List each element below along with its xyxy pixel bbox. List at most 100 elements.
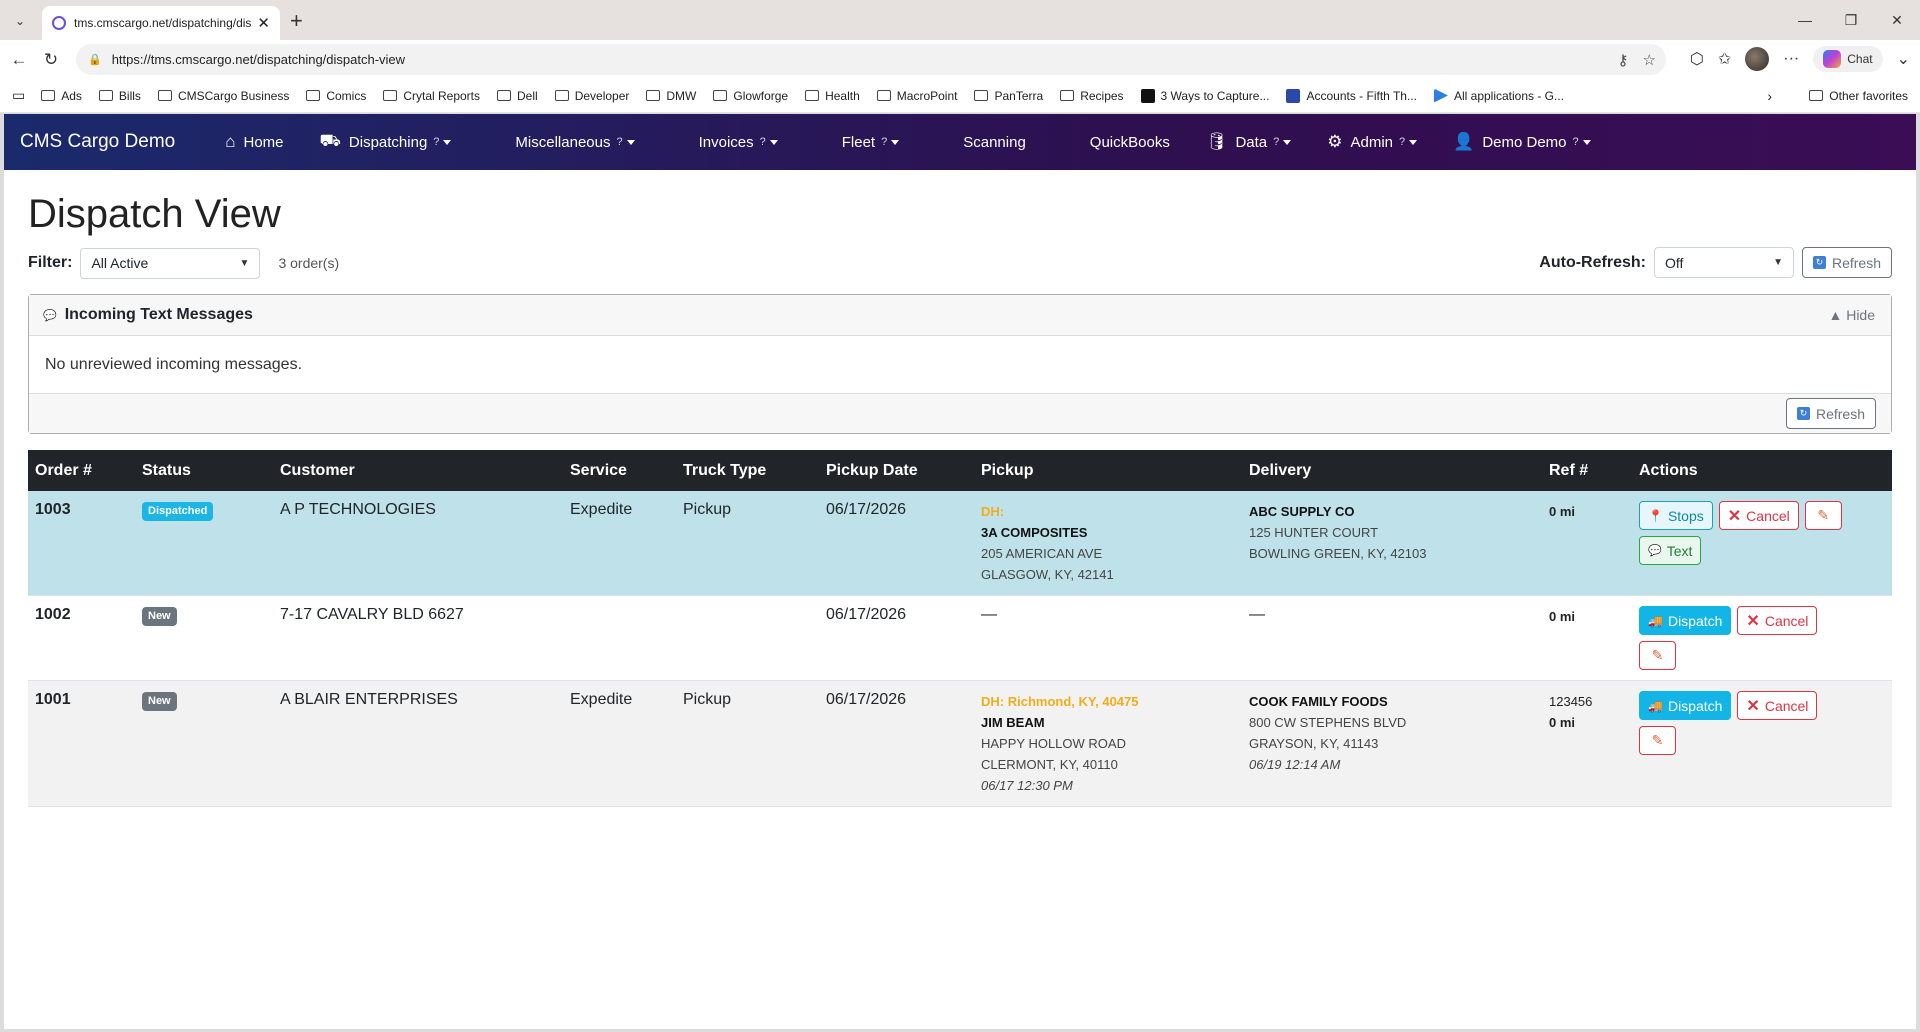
url-field[interactable]: 🔒 https://tms.cmscargo.net/dispatching/d… bbox=[76, 44, 1666, 75]
truck-type bbox=[676, 595, 819, 681]
truck-type: Pickup bbox=[676, 491, 819, 596]
filter-select[interactable]: All Active ▼ bbox=[80, 247, 261, 279]
auto-refresh-select[interactable]: Off ▼ bbox=[1653, 247, 1794, 278]
password-key-icon[interactable]: ⚷ bbox=[1618, 51, 1629, 69]
favorite-folder[interactable]: Comics bbox=[306, 89, 366, 103]
favorite-folder[interactable]: Glowforge bbox=[713, 89, 788, 103]
new-tab-plus-icon[interactable]: + bbox=[290, 8, 303, 34]
tab-list-chevron-icon[interactable]: ⌄ bbox=[6, 8, 34, 34]
text-button[interactable]: 💬 Text bbox=[1639, 536, 1702, 565]
pickup-empty: — bbox=[974, 595, 1242, 681]
favorite-folder[interactable]: DMW bbox=[646, 89, 696, 103]
favorite-link[interactable]: 3 Ways to Capture... bbox=[1140, 88, 1269, 103]
folder-icon bbox=[974, 90, 989, 101]
favorite-folder[interactable]: Dell bbox=[497, 89, 538, 103]
favorite-folder[interactable]: CMSCargo Business bbox=[157, 89, 289, 103]
pickup-line2: GLASGOW, KY, 42141 bbox=[981, 567, 1114, 582]
edit-button[interactable]: ✎ bbox=[1639, 641, 1676, 670]
favorite-folder[interactable]: Recipes bbox=[1060, 89, 1124, 103]
cancel-button[interactable]: ✕ Cancel bbox=[1737, 606, 1818, 635]
col-order[interactable]: Order # bbox=[28, 450, 135, 491]
favorite-folder[interactable]: Developer bbox=[554, 89, 629, 103]
favorite-link[interactable]: All applications - G... bbox=[1433, 88, 1564, 103]
auto-refresh-label: Auto-Refresh: bbox=[1539, 253, 1646, 271]
favorite-star-icon[interactable]: ☆ bbox=[1643, 51, 1656, 69]
cancel-button[interactable]: ✕ Cancel bbox=[1718, 501, 1799, 530]
truck-icon: 🚚 bbox=[1648, 698, 1663, 713]
favorite-link[interactable]: Accounts - Fifth Th... bbox=[1286, 88, 1417, 103]
brand-link[interactable]: CMS Cargo Demo bbox=[20, 131, 175, 153]
address-bar-row: ← ↻ 🔒 https://tms.cmscargo.net/dispatchi… bbox=[0, 40, 1920, 79]
chat-button[interactable]: Chat bbox=[1813, 46, 1883, 72]
browser-tab[interactable]: tms.cmscargo.net/dispatching/disp ✕ bbox=[42, 6, 280, 40]
delivery-empty: — bbox=[1242, 595, 1542, 681]
col-status[interactable]: Status bbox=[135, 450, 273, 491]
nav-admin[interactable]: ⚙ Admin? bbox=[1327, 132, 1418, 152]
close-icon: ✕ bbox=[1727, 507, 1742, 525]
site-info-icon[interactable]: 🔒 bbox=[88, 53, 102, 66]
edit-button[interactable]: ✎ bbox=[1804, 501, 1842, 530]
service: Expedite bbox=[563, 680, 676, 807]
nav-user[interactable]: 👤 Demo Demo? bbox=[1453, 132, 1591, 152]
favorites-list-icon[interactable]: ✩ bbox=[1718, 49, 1731, 69]
close-icon: ✕ bbox=[1746, 612, 1760, 630]
pickup-name: JIM BEAM bbox=[981, 715, 1045, 730]
col-service[interactable]: Service bbox=[563, 450, 676, 491]
nav-data[interactable]: 🛢 Data? bbox=[1206, 132, 1292, 152]
folder-icon bbox=[383, 90, 398, 101]
dispatch-button[interactable]: 🚚 Dispatch bbox=[1639, 691, 1732, 720]
nav-miscellaneous[interactable]: Miscellaneous? bbox=[515, 134, 635, 151]
help-marker: ? bbox=[616, 136, 623, 148]
ref-cell: 0 mi bbox=[1542, 491, 1632, 596]
delivery-address: ABC SUPPLY CO 125 HUNTER COURT BOWLING G… bbox=[1242, 491, 1542, 596]
nav-invoices[interactable]: Invoices? bbox=[699, 134, 778, 151]
tab-close-icon[interactable]: ✕ bbox=[257, 14, 270, 32]
window-close-icon[interactable]: ✕ bbox=[1874, 0, 1920, 40]
collections-icon[interactable]: ▭ bbox=[12, 87, 25, 104]
folder-icon bbox=[876, 90, 891, 101]
messages-refresh-button[interactable]: ↻ Refresh bbox=[1785, 398, 1876, 429]
profile-avatar[interactable] bbox=[1745, 47, 1770, 71]
col-ref[interactable]: Ref # bbox=[1542, 450, 1632, 491]
more-menu-icon[interactable]: ··· bbox=[1783, 50, 1799, 68]
page-title: Dispatch View bbox=[28, 192, 281, 236]
table-row[interactable]: 1001 New A BLAIR ENTERPRISES Expedite Pi… bbox=[28, 680, 1892, 807]
reload-icon[interactable]: ↻ bbox=[38, 47, 64, 73]
hide-messages-button[interactable]: ▲ Hide bbox=[1828, 307, 1875, 323]
favorite-folder[interactable]: PanTerra bbox=[974, 89, 1043, 103]
pencil-icon: ✎ bbox=[1651, 732, 1664, 748]
favorite-folder[interactable]: MacroPoint bbox=[876, 89, 957, 103]
messages-card-footer: ↻ Refresh bbox=[29, 393, 1891, 433]
nav-quickbooks[interactable]: QuickBooks bbox=[1090, 134, 1170, 151]
favorite-folder[interactable]: Health bbox=[805, 89, 860, 103]
other-favorites[interactable]: Other favorites bbox=[1809, 89, 1908, 103]
minimize-icon[interactable]: — bbox=[1782, 0, 1828, 40]
cancel-button[interactable]: ✕ Cancel bbox=[1737, 691, 1818, 720]
messages-card-header: 💬 Incoming Text Messages ▲ Hide bbox=[29, 295, 1891, 336]
table-row[interactable]: 1002 New 7-17 CAVALRY BLD 6627 06/17/202… bbox=[28, 595, 1892, 681]
col-pickup-date[interactable]: Pickup Date bbox=[819, 450, 974, 491]
nav-scanning[interactable]: Scanning bbox=[963, 134, 1026, 151]
table-row[interactable]: 1003 Dispatched A P TECHNOLOGIES Expedit… bbox=[28, 491, 1892, 596]
edit-button[interactable]: ✎ bbox=[1639, 726, 1676, 755]
favorite-folder[interactable]: Ads bbox=[41, 89, 82, 103]
refresh-icon: ↻ bbox=[1796, 407, 1810, 420]
col-truck-type[interactable]: Truck Type bbox=[676, 450, 819, 491]
favorite-folder[interactable]: Crytal Reports bbox=[383, 89, 480, 103]
col-pickup[interactable]: Pickup bbox=[974, 450, 1242, 491]
extensions-icon[interactable]: ⬡ bbox=[1690, 49, 1704, 69]
restore-icon[interactable]: ❐ bbox=[1828, 0, 1874, 40]
col-customer[interactable]: Customer bbox=[273, 450, 563, 491]
nav-fleet[interactable]: Fleet? bbox=[842, 134, 900, 151]
nav-home[interactable]: ⌂ Home bbox=[225, 132, 283, 152]
col-delivery[interactable]: Delivery bbox=[1242, 450, 1542, 491]
chevron-right-icon[interactable]: › bbox=[1767, 88, 1772, 104]
dispatch-button[interactable]: 🚚 Dispatch bbox=[1639, 606, 1732, 635]
stops-button[interactable]: 📍 Stops bbox=[1639, 501, 1713, 530]
back-arrow-icon[interactable]: ← bbox=[6, 47, 32, 73]
chevron-down-icon[interactable]: ⌄ bbox=[1897, 49, 1910, 69]
folder-icon bbox=[554, 90, 569, 101]
nav-dispatching[interactable]: ⛟ Dispatching? bbox=[320, 131, 452, 153]
favorite-folder[interactable]: Bills bbox=[98, 89, 141, 103]
refresh-button[interactable]: ↻ Refresh bbox=[1801, 247, 1892, 278]
